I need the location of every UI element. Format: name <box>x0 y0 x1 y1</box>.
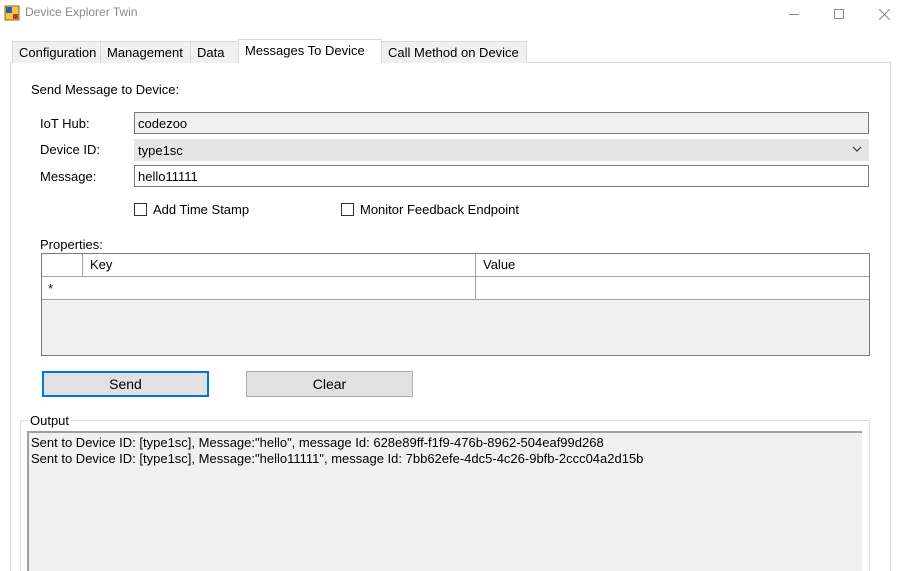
close-icon <box>878 8 890 20</box>
close-button[interactable] <box>861 0 899 28</box>
output-line: Sent to Device ID: [type1sc], Message:"h… <box>31 435 604 450</box>
add-timestamp-label[interactable]: Add Time Stamp <box>153 202 249 217</box>
grid-corner[interactable] <box>42 254 83 276</box>
table-row: * <box>42 277 869 300</box>
minimize-icon <box>789 14 799 15</box>
device-id-dropdown[interactable]: type1sc <box>134 139 869 161</box>
message-value: hello11111 <box>138 169 198 184</box>
message-input[interactable]: hello11111 <box>134 165 869 187</box>
tab-label: Configuration <box>19 45 97 60</box>
output-textbox[interactable]: Sent to Device ID: [type1sc], Message:"h… <box>27 431 862 571</box>
window-title: Device Explorer Twin <box>25 5 138 19</box>
iot-hub-field[interactable]: codezoo <box>134 112 869 134</box>
tab-label: Management <box>107 45 183 60</box>
tab-strip: Configuration Management Data Messages T… <box>10 39 890 63</box>
new-row-marker[interactable]: * <box>42 277 83 299</box>
properties-grid[interactable]: Key Value * <box>41 253 870 356</box>
properties-label: Properties: <box>40 237 103 252</box>
device-id-label: Device ID: <box>40 142 100 157</box>
value-cell[interactable] <box>476 277 869 299</box>
tab-management[interactable]: Management <box>100 41 191 63</box>
tab-configuration[interactable]: Configuration <box>12 41 101 63</box>
key-cell[interactable] <box>83 277 476 299</box>
output-label: Output <box>28 413 72 428</box>
title-bar: Device Explorer Twin <box>0 0 899 28</box>
minimize-button[interactable] <box>771 0 817 28</box>
monitor-feedback-label[interactable]: Monitor Feedback Endpoint <box>360 202 519 217</box>
monitor-feedback-checkbox[interactable] <box>341 203 354 216</box>
iot-hub-label: IoT Hub: <box>40 116 90 131</box>
tab-call-method-on-device[interactable]: Call Method on Device <box>381 41 527 63</box>
tab-label: Data <box>197 45 225 60</box>
tab-messages-to-device[interactable]: Messages To Device <box>238 39 382 63</box>
tab-data[interactable]: Data <box>190 41 239 63</box>
grid-header: Key Value <box>42 254 869 277</box>
send-button[interactable]: Send <box>42 371 209 397</box>
add-timestamp-checkbox[interactable] <box>134 203 147 216</box>
section-title: Send Message to Device: <box>31 82 180 97</box>
output-line: Sent to Device ID: [type1sc], Message:"h… <box>31 451 644 466</box>
clear-button[interactable]: Clear <box>246 371 413 397</box>
column-header-key[interactable]: Key <box>83 254 476 276</box>
app-icon <box>4 5 20 21</box>
chevron-down-icon <box>852 146 862 152</box>
tab-label: Messages To Device <box>245 43 365 58</box>
column-header-value[interactable]: Value <box>476 254 869 276</box>
tab-label: Call Method on Device <box>388 45 519 60</box>
maximize-button[interactable] <box>816 0 862 28</box>
device-id-value: type1sc <box>138 143 183 158</box>
iot-hub-value: codezoo <box>138 116 188 131</box>
maximize-icon <box>834 9 844 19</box>
message-label: Message: <box>40 169 97 184</box>
